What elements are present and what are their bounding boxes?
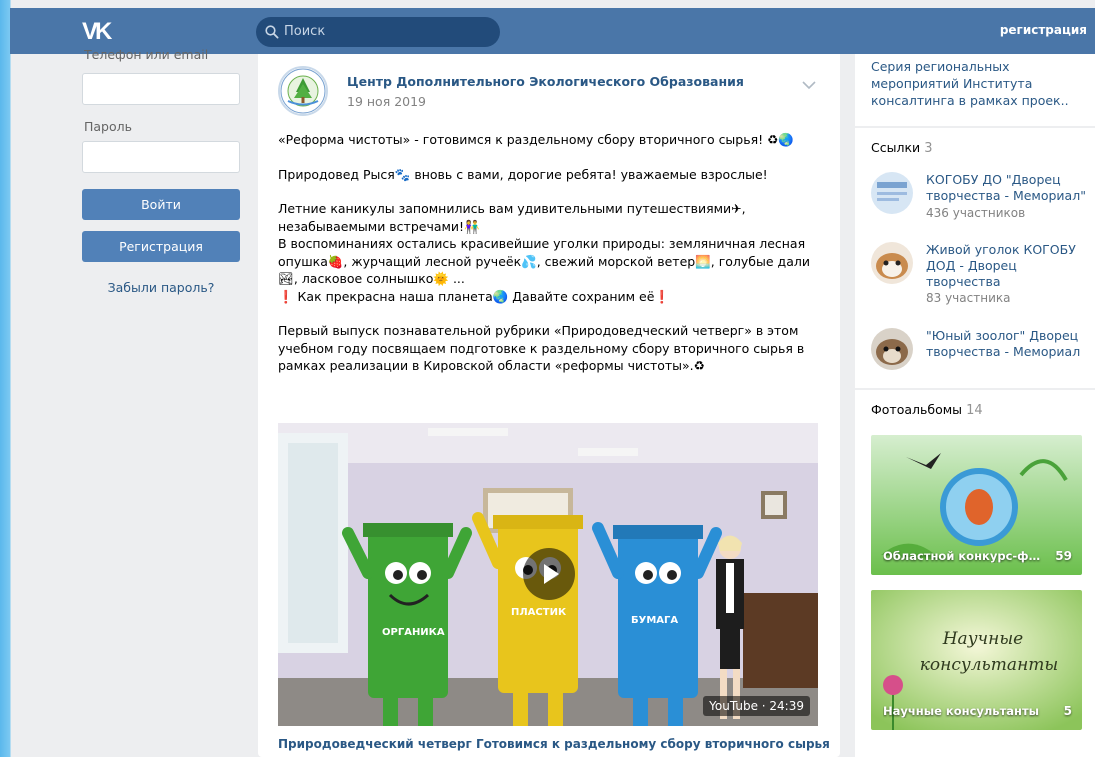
link-item[interactable]: КОГОБУ ДО "Дворец творчества - Мемориал"… [871,172,1086,222]
play-icon [544,564,559,584]
search-icon [265,25,279,39]
chevron-down-icon[interactable] [802,80,816,90]
video-player[interactable]: ОРГАНИКА ПЛАСТИК БУМАГА YouTube · 24:39 [278,423,818,726]
link-item[interactable]: Живой уголок КОГОБУ ДОД - Дворец творчес… [871,242,1085,305]
album-label: Научные консультанты [883,704,1040,718]
video-duration-badge: YouTube · 24:39 [703,696,810,716]
bin-label: ПЛАСТИК [511,607,567,618]
vk-logo[interactable]: VK [82,18,118,45]
album-item[interactable]: Научные консультанты Научные консультант… [871,590,1082,730]
password-label: Пароль [84,119,132,134]
albums-count: 14 [966,403,983,418]
wall-post: Центр Дополнительного Экологического Обр… [258,54,840,757]
post-text: «Реформа чистоты» - готовимся к раздельн… [278,131,818,375]
album-cover-title-line2: консультанты [920,655,1058,675]
links-title: Ссылки [871,140,921,155]
albums-card: Фотоальбомы 14 Областной конкурс-фес... … [855,390,1095,757]
link-avatar [871,328,913,370]
phone-label: Телефон или email [84,48,209,62]
post-paragraph: Первый выпуск познавательной рубрики «Пр… [278,323,805,373]
post-author[interactable]: Центр Дополнительного Экологического Обр… [347,74,744,89]
album-cover-title-line1: Научные [942,629,1024,649]
post-paragraph: Летние каникулы запомнились вам удивител… [278,201,746,234]
albums-header: Фотоальбомы 14 [871,402,983,418]
register-button[interactable]: Регистрация [82,231,240,262]
link-avatar [871,172,913,214]
post-paragraph: «Реформа чистоты» - готовимся к раздельн… [278,132,794,147]
albums-title: Фотоальбомы [871,402,963,417]
password-field[interactable] [82,141,240,173]
album-photo-count: 59 [1055,549,1072,563]
album-item[interactable]: Областной конкурс-фес... 59 [871,435,1082,575]
play-button[interactable] [523,548,575,600]
search-input[interactable]: Поиск [256,17,500,47]
post-paragraph: Природовед Рыся🐾 вновь с вами, дорогие р… [278,166,768,182]
video-title-link[interactable]: Природоведческий четверг Готовимся к раз… [278,737,830,751]
sidebar-card-top: Серия региональных мероприятий Института… [855,54,1095,126]
link-name: КОГОБУ ДО "Дворец творчества - Мемориал" [926,172,1086,203]
link-name: "Юный зоолог" Дворец творчества - Мемори… [926,328,1081,359]
author-avatar[interactable] [278,66,328,116]
album-label: Областной конкурс-фес... [883,549,1043,563]
album-photo-count: 5 [1063,704,1072,718]
link-subscribers: 436 участников [926,206,1026,220]
eco-center-logo [280,68,326,114]
forgot-password-link[interactable]: Забыли пароль? [68,280,254,295]
register-link[interactable]: регистрация [1000,23,1087,37]
event-series-link[interactable]: Серия региональных мероприятий Института… [871,58,1081,109]
search-placeholder: Поиск [284,24,326,39]
link-name: Живой уголок КОГОБУ ДОД - Дворец творчес… [926,242,1076,289]
link-avatar [871,242,913,284]
post-paragraph: ❗ Как прекрасна наша планета🌏 Давайте со… [278,288,670,304]
links-header: Ссылки 3 [871,140,933,156]
phone-email-field[interactable] [82,73,240,105]
bin-label: ОРГАНИКА [382,627,445,638]
post-paragraph: В воспоминаниях остались красивейшие уго… [278,236,810,286]
links-card: Ссылки 3 КОГОБУ ДО "Дворец творчества - … [855,128,1095,388]
bin-label: БУМАГА [631,615,678,626]
links-count: 3 [924,141,933,156]
link-subscribers: 83 участника [926,291,1011,305]
login-button[interactable]: Войти [82,189,240,220]
link-item[interactable]: "Юный зоолог" Дворец творчества - Мемори… [871,328,1085,378]
post-date[interactable]: 19 ноя 2019 [347,94,426,109]
